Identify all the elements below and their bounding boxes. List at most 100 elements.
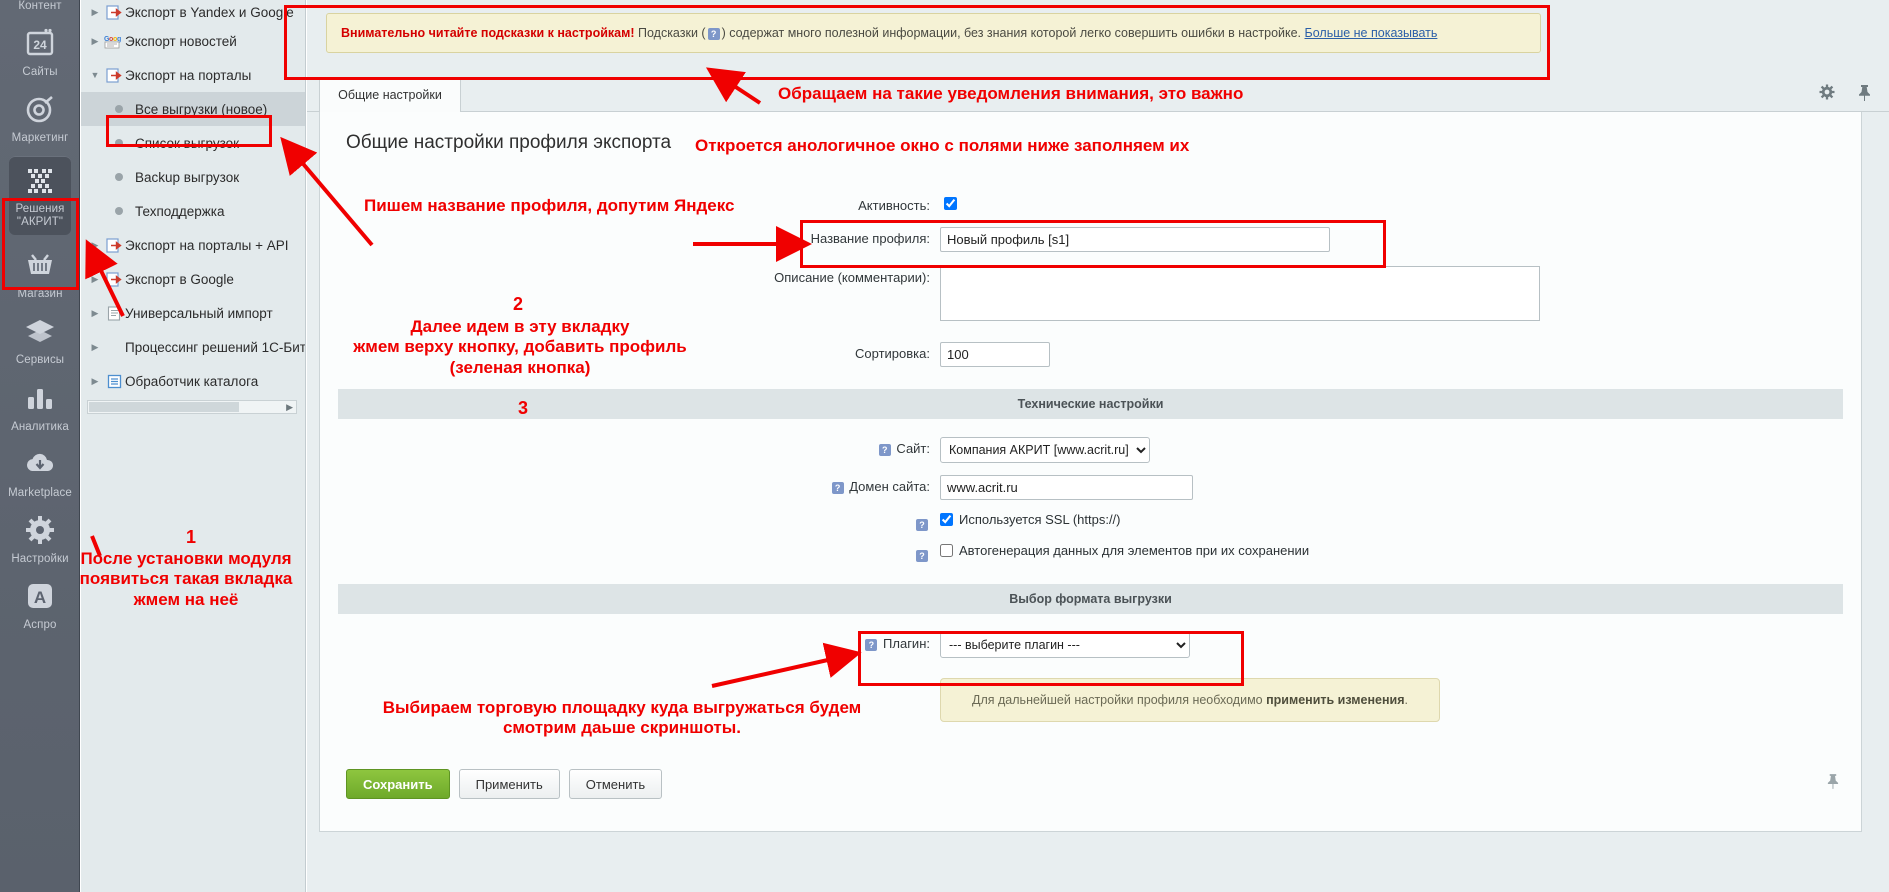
sort-label: Сортировка: xyxy=(320,342,940,361)
notice-text-before: Подсказки ( xyxy=(635,26,706,40)
notice-strong-text: Внимательно читайте подсказки к настройк… xyxy=(341,26,635,40)
hint-notification-bar: Внимательно читайте подсказки к настройк… xyxy=(326,13,1541,53)
basket-icon xyxy=(20,245,60,285)
chevron-right-icon[interactable]: ▶ xyxy=(87,275,103,284)
tree-horizontal-scrollbar[interactable]: ▶ xyxy=(87,400,297,414)
domain-input[interactable] xyxy=(940,475,1193,500)
autogen-checkbox[interactable] xyxy=(940,544,953,557)
rail-item-marketplace[interactable]: Marketplace xyxy=(0,438,80,504)
bullet-icon xyxy=(115,207,123,215)
form-row-profile-name: Название профиля: xyxy=(320,227,1861,252)
chevron-right-icon[interactable]: ▶ xyxy=(87,8,103,17)
ssl-checkbox[interactable] xyxy=(940,513,953,526)
export-icon xyxy=(103,67,125,83)
pin-icon[interactable] xyxy=(1826,773,1839,795)
help-icon[interactable]: ? xyxy=(916,550,928,562)
form-row-ssl: ? Используется SSL (https://) xyxy=(320,512,1861,531)
dont-show-again-link[interactable]: Больше не показывать xyxy=(1305,26,1438,40)
cancel-button[interactable]: Отменить xyxy=(569,769,662,799)
plugin-label-text: Плагин: xyxy=(883,636,930,651)
description-label: Описание (комментарии): xyxy=(320,266,940,285)
rail-item-label: Решения "АКРИТ" xyxy=(9,203,71,229)
tree-item-universal-import[interactable]: ▶ Универсальный импорт xyxy=(81,296,305,330)
export-profile-form: Активность: Название профиля: Описание (… xyxy=(320,182,1861,722)
doc-icon xyxy=(103,305,125,321)
tree-item-export-list[interactable]: Список выгрузок xyxy=(81,126,305,160)
bullet-icon xyxy=(115,139,123,147)
form-row-info: Для дальнейшей настройки профиля необход… xyxy=(320,678,1861,722)
ssl-label: Используется SSL (https://) xyxy=(959,512,1121,527)
tree-item-export-google[interactable]: ▶ Экспорт в Google xyxy=(81,262,305,296)
tree-item-label: Экспорт в Google xyxy=(125,272,234,287)
rail-item-settings[interactable]: Настройки xyxy=(0,504,80,570)
bar-chart-icon xyxy=(20,378,60,418)
chevron-right-icon[interactable]: ▶ xyxy=(87,241,103,250)
rail-item-analytics[interactable]: Аналитика xyxy=(0,372,80,438)
tab-general-settings[interactable]: Общие настройки xyxy=(319,77,461,112)
description-textarea[interactable] xyxy=(940,266,1540,321)
gear-icon[interactable] xyxy=(1819,84,1835,107)
rail-item-label: Контент xyxy=(0,0,80,13)
list-icon xyxy=(103,373,125,389)
puzzle-icon xyxy=(20,160,60,200)
tree-item-export-portals-api[interactable]: ▶ Экспорт на порталы + API xyxy=(81,228,305,262)
tree-item-techsupport[interactable]: Техподдержка xyxy=(81,194,305,228)
format-section-header: Выбор формата выгрузки xyxy=(338,584,1843,614)
tree-item-export-yandex-google[interactable]: ▶ Экспорт в Yandex и Google xyxy=(81,0,305,24)
apply-changes-info: Для дальнейшей настройки профиля необход… xyxy=(940,678,1440,722)
settings-panel: Общие настройки профиля экспорта Активно… xyxy=(319,112,1862,832)
tree-item-label: Универсальный импорт xyxy=(125,306,273,321)
plugin-select[interactable]: --- выберите плагин --- xyxy=(940,632,1190,658)
rail-item-label: Аналитика xyxy=(0,421,80,434)
site-select[interactable]: Компания АКРИТ [www.acrit.ru] xyxy=(940,437,1150,463)
chevron-right-icon[interactable]: ▶ xyxy=(87,343,103,352)
help-icon[interactable]: ? xyxy=(832,482,844,494)
help-icon[interactable]: ? xyxy=(708,28,720,40)
tree-item-label: Экспорт новостей xyxy=(125,34,237,49)
help-icon[interactable]: ? xyxy=(865,639,877,651)
google-news-icon: Goog xyxy=(103,33,125,49)
main-workspace: Внимательно читайте подсказки к настройк… xyxy=(307,0,1889,892)
tree-item-label: Все выгрузки (новое) xyxy=(135,102,267,117)
scrollbar-thumb[interactable] xyxy=(89,402,239,412)
form-row-domain: ? Домен сайта: xyxy=(320,475,1861,500)
domain-label: ? Домен сайта: xyxy=(320,475,940,494)
rail-item-services[interactable]: Сервисы xyxy=(0,305,80,371)
rail-item-shop[interactable]: Магазин xyxy=(0,239,80,305)
sort-input[interactable] xyxy=(940,342,1050,367)
rail-item-content[interactable]: Контент xyxy=(0,0,80,17)
profile-name-input[interactable] xyxy=(940,227,1330,252)
active-checkbox[interactable] xyxy=(944,197,957,210)
export-icon xyxy=(103,4,125,20)
help-icon[interactable]: ? xyxy=(916,519,928,531)
pin-icon[interactable] xyxy=(1857,84,1871,107)
chevron-right-icon[interactable]: ▶ xyxy=(87,37,103,46)
tree-item-export-news[interactable]: ▶ Goog Экспорт новостей xyxy=(81,24,305,58)
tree-item-all-exports-new[interactable]: Все выгрузки (новое) xyxy=(81,92,305,126)
rail-item-label: Магазин xyxy=(0,288,80,301)
apply-button[interactable]: Применить xyxy=(459,769,560,799)
tree-item-backup-exports[interactable]: Backup выгрузок xyxy=(81,160,305,194)
letter-a-icon: A xyxy=(20,576,60,616)
left-icon-rail: Контент 24 Сайты Маркетинг Решения "АКРИ… xyxy=(0,0,80,892)
tree-item-label: Экспорт на порталы + API xyxy=(125,238,288,253)
gear-icon xyxy=(20,510,60,550)
rail-item-aspro[interactable]: A Аспро xyxy=(0,570,80,636)
rail-item-akrit-solutions[interactable]: Решения "АКРИТ" xyxy=(0,150,80,239)
chevron-right-icon[interactable]: ▶ xyxy=(286,402,296,413)
tree-item-export-portals[interactable]: ▼ Экспорт на порталы xyxy=(81,58,305,92)
chevron-right-icon[interactable]: ▶ xyxy=(87,309,103,318)
help-icon[interactable]: ? xyxy=(879,444,891,456)
rail-item-marketing[interactable]: Маркетинг xyxy=(0,83,80,149)
rail-item-sites[interactable]: 24 Сайты xyxy=(0,17,80,83)
tree-item-processing-1c-bitrix[interactable]: ▶ Процессинг решений 1С-Битр xyxy=(81,330,305,364)
chevron-right-icon[interactable]: ▶ xyxy=(87,377,103,386)
svg-text:A: A xyxy=(34,588,46,607)
form-action-buttons: Сохранить Применить Отменить xyxy=(346,769,662,799)
tree-item-catalog-handler[interactable]: ▶ Обработчик каталога xyxy=(81,364,305,398)
chevron-down-icon[interactable]: ▼ xyxy=(87,71,103,80)
form-row-description: Описание (комментарии): xyxy=(320,266,1861,326)
save-button[interactable]: Сохранить xyxy=(346,769,450,799)
rail-item-label: Сайты xyxy=(0,66,80,79)
tech-settings-section-header: Технические настройки xyxy=(338,389,1843,419)
